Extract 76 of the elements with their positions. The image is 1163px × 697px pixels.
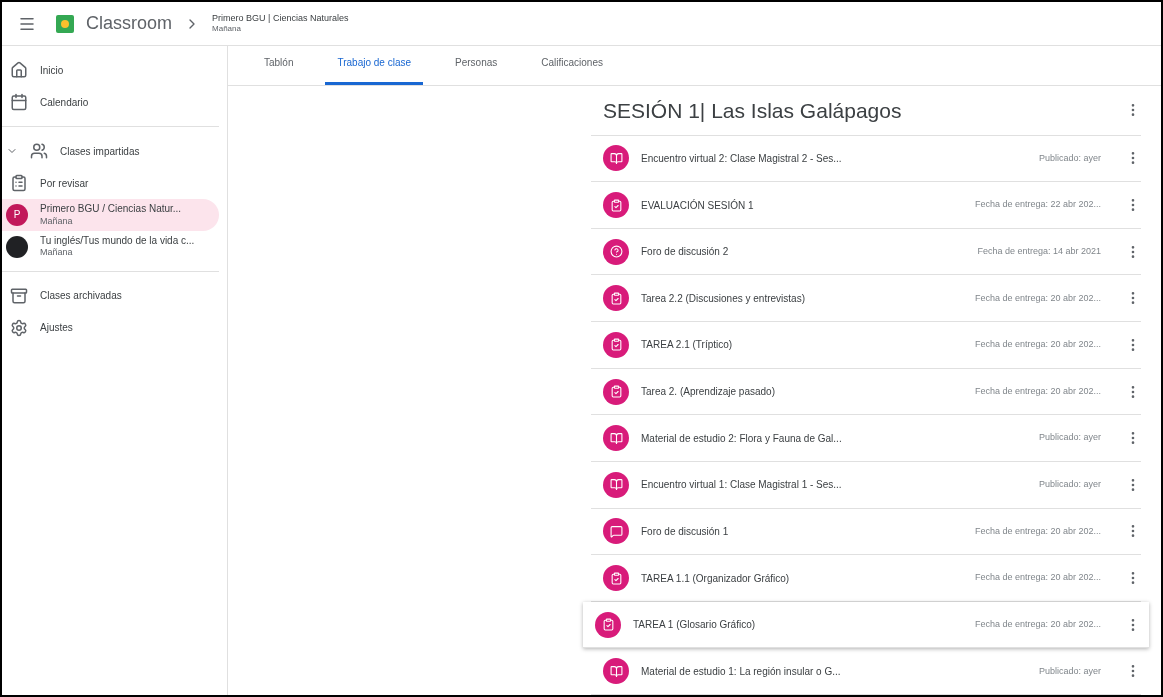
item-date: Fecha de entrega: 14 abr 2021 xyxy=(977,244,1101,258)
clipboard-icon xyxy=(603,565,629,592)
nav-item[interactable]: Ajustes xyxy=(2,311,219,344)
item-date: Fecha de entrega: 20 abr 202... xyxy=(974,571,1101,585)
classwork-item[interactable]: TAREA 2.1 (Tríptico) Fecha de entrega: 20 abr 202... xyxy=(591,322,1141,369)
classwork-item[interactable]: Material de estudio 1: La región insular o G... Publicado: ayer xyxy=(591,648,1141,695)
nav-item[interactable]: Inicio xyxy=(2,54,219,86)
book-icon xyxy=(603,145,629,172)
item-title: Foro de discusión 1 xyxy=(641,524,730,539)
tab[interactable]: Tablón xyxy=(252,47,306,85)
classwork-item[interactable]: TAREA 1.1 (Organizador Gráfico) Fecha de entrega: 20 abr 202... xyxy=(591,555,1141,602)
book-icon xyxy=(603,425,629,452)
clipboard-icon xyxy=(603,192,629,219)
item-title: Encuentro virtual 2: Clase Magistral 2 - Ses... xyxy=(641,151,843,166)
item-title: TAREA 1 (Glosario Gráfico) xyxy=(633,618,757,633)
item-date: Fecha de entrega: 20 abr 202... xyxy=(974,384,1101,398)
item-date: Fecha de entrega: 22 abr 202... xyxy=(974,198,1101,212)
classwork-item[interactable]: Encuentro virtual 2: Clase Magistral 2 - Ses... Publicado: ayer xyxy=(591,135,1141,183)
item-date: Publicado: ayer xyxy=(1038,151,1101,165)
topic-title: SESIÓN 1| Las Islas Galápagos xyxy=(603,97,902,124)
item-title: Encuentro virtual 1: Clase Magistral 1 - Ses... xyxy=(641,478,843,493)
classwork-item[interactable]: Foro de discusión 1 Fecha de entrega: 20 abr 202... xyxy=(591,508,1141,556)
nav-item[interactable]: Clases archivadas xyxy=(2,279,219,312)
item-title: TAREA 2.1 (Tríptico) xyxy=(641,338,734,353)
classwork-item[interactable]: Tarea 2. (Aprendizaje pasado) Fecha de entrega: 20 abr 202... xyxy=(591,368,1141,416)
class-section: Mañana xyxy=(40,215,182,227)
class-title: Primero BGU | Ciencias Naturales xyxy=(212,12,349,25)
classroom-logo-icon xyxy=(56,14,74,33)
class-item[interactable]: P Primero BGU / Ciencias Natur... Mañana xyxy=(2,199,219,231)
class-name: Tu inglés/Tus mundo de la vida c... xyxy=(40,234,195,248)
classwork-item[interactable]: Foro de discusión 2 Fecha de entrega: 14 abr 2021 xyxy=(591,228,1141,276)
clipboard-icon xyxy=(603,378,629,405)
item-date: Fecha de entrega: 20 abr 202... xyxy=(974,617,1101,631)
item-title: Material de estudio 1: La región insular o G... xyxy=(641,664,842,679)
clipboard-icon xyxy=(10,174,28,192)
clipboard-icon xyxy=(603,285,629,312)
chat-icon xyxy=(603,518,629,545)
item-title: TAREA 1.1 (Organizador Gráfico) xyxy=(641,571,791,586)
nav-item[interactable]: Calendario xyxy=(2,86,219,118)
item-title: Tarea 2. (Aprendizaje pasado) xyxy=(641,385,776,400)
item-title: Tarea 2.2 (Discusiones y entrevistas) xyxy=(641,291,806,306)
archive-icon xyxy=(10,286,28,305)
nav-item[interactable]: Por revisar xyxy=(2,167,219,199)
book-icon xyxy=(603,471,629,498)
class-name: Primero BGU / Ciencias Natur... xyxy=(40,203,182,216)
calendar-icon xyxy=(10,93,28,111)
tab[interactable]: Calificaciones xyxy=(529,47,615,85)
class-item[interactable]: Tu inglés/Tus mundo de la vida c... Mañana xyxy=(2,230,219,263)
class-section: Mañana xyxy=(40,247,195,259)
clipboard-icon xyxy=(603,331,629,358)
home-icon xyxy=(10,61,28,79)
item-title: Foro de discusión 2 xyxy=(641,245,730,260)
book-icon xyxy=(603,658,629,685)
item-date: Publicado: ayer xyxy=(1038,664,1101,678)
app-name[interactable]: Classroom xyxy=(86,10,173,37)
item-date: Publicado: ayer xyxy=(1038,431,1101,445)
item-date: Fecha de entrega: 20 abr 202... xyxy=(974,524,1101,538)
classwork-item[interactable]: Encuentro virtual 1: Clase Magistral 1 - Ses... Publicado: ayer xyxy=(591,461,1141,509)
tab[interactable]: Trabajo de clase xyxy=(325,47,424,85)
nav-item[interactable]: Clases impartidas xyxy=(2,135,219,167)
clipboard-icon xyxy=(595,611,621,638)
item-date: Fecha de entrega: 20 abr 202... xyxy=(974,338,1101,352)
settings-icon xyxy=(10,318,28,337)
classwork-item[interactable]: EVALUACIÓN SESIÓN 1 Fecha de entrega: 22 abr 202... xyxy=(591,182,1141,229)
people-icon xyxy=(30,142,48,160)
item-title: Material de estudio 2: Flora y Fauna de Gal... xyxy=(641,431,843,446)
classwork-item[interactable]: Tarea 2.2 (Discusiones y entrevistas) Fecha de entrega: 20 abr 202... xyxy=(591,275,1141,323)
classwork-item[interactable]: Material de estudio 2: Flora y Fauna de Gal... Publicado: ayer xyxy=(591,415,1141,462)
question-icon xyxy=(603,238,629,265)
item-date: Publicado: ayer xyxy=(1038,478,1101,492)
class-avatar: P xyxy=(6,203,28,226)
class-section: Mañana xyxy=(212,24,349,35)
classwork-item[interactable]: TAREA 1 (Glosario Gráfico) Fecha de entrega: 20 abr 202... xyxy=(583,601,1149,649)
item-date: Fecha de entrega: 20 abr 202... xyxy=(974,291,1101,305)
item-title: EVALUACIÓN SESIÓN 1 xyxy=(641,198,755,213)
tab[interactable]: Personas xyxy=(443,47,510,85)
